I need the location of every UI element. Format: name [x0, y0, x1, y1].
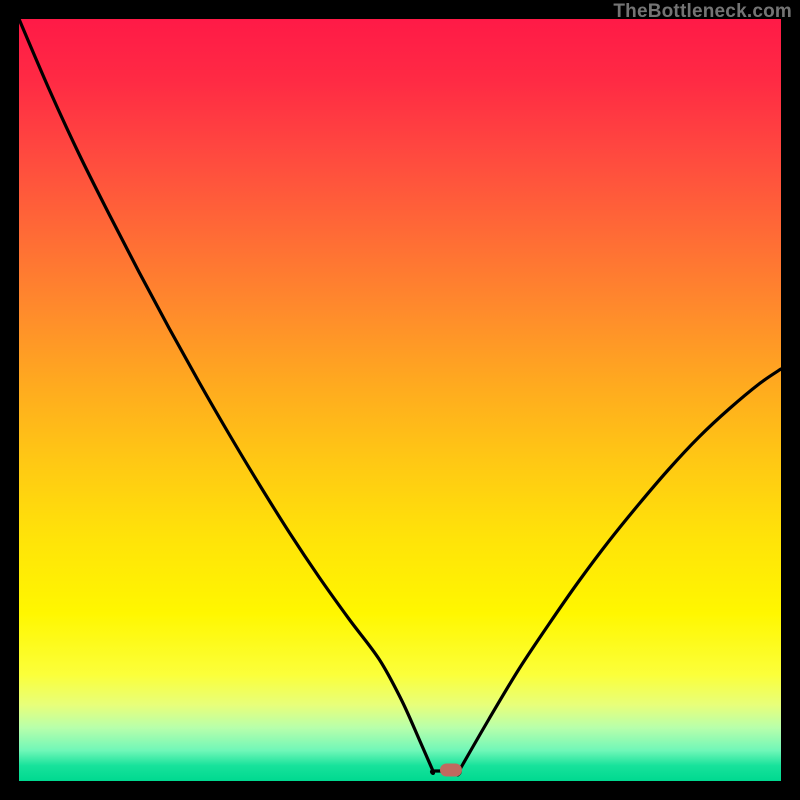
bottleneck-curve	[19, 19, 781, 781]
chart-container: TheBottleneck.com	[0, 0, 800, 800]
curve-path	[19, 19, 781, 775]
optimal-marker	[440, 764, 462, 777]
plot-area	[19, 19, 781, 781]
watermark: TheBottleneck.com	[613, 1, 792, 23]
